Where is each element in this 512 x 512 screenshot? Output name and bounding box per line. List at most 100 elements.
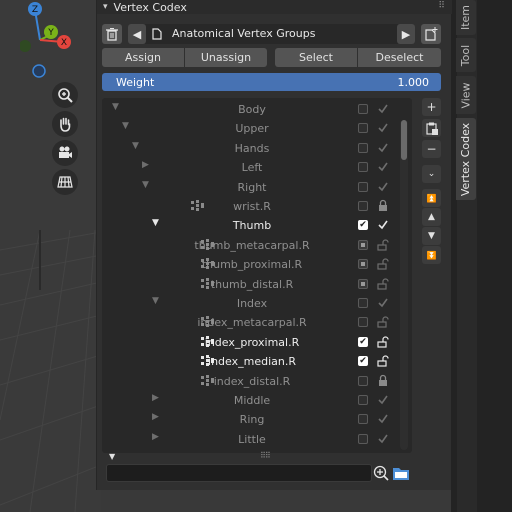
check-mark-icon[interactable] xyxy=(376,102,390,116)
move-up-icon[interactable]: ▲ xyxy=(422,208,441,226)
tree-folder-row[interactable]: ▼ Body xyxy=(102,100,412,119)
row-checkbox[interactable] xyxy=(358,201,368,211)
tab-item[interactable]: Item xyxy=(456,0,476,35)
add-filter-icon[interactable] xyxy=(372,464,390,482)
tree-row-label: Ring xyxy=(239,413,265,427)
tree-folder-row[interactable]: ▼ Right xyxy=(102,178,412,197)
row-checkbox[interactable] xyxy=(358,433,368,444)
tree-folder-row[interactable]: ▼ Hands xyxy=(102,139,412,158)
prev-arrow-icon[interactable]: ◀ xyxy=(128,24,146,44)
select-button[interactable]: Select xyxy=(275,48,357,67)
check-mark-icon[interactable] xyxy=(376,218,390,232)
unlock-icon[interactable] xyxy=(376,277,390,291)
row-checkbox[interactable] xyxy=(358,162,368,173)
tree-folder-row[interactable]: ▶ Left xyxy=(102,158,412,177)
row-checkbox[interactable] xyxy=(358,104,368,114)
remove-icon[interactable]: − xyxy=(422,140,441,158)
drag-grip-icon[interactable]: ⠿ xyxy=(438,1,445,11)
next-arrow-icon[interactable]: ▶ xyxy=(397,24,415,44)
row-checkbox[interactable] xyxy=(358,142,368,153)
filter-input[interactable] xyxy=(106,464,372,482)
row-checkbox[interactable] xyxy=(358,278,368,289)
y-axis-label: Y xyxy=(47,28,54,38)
move-top-icon[interactable]: ⏫ xyxy=(422,189,441,207)
row-checkbox[interactable] xyxy=(358,239,368,250)
trash-icon[interactable] xyxy=(102,24,122,44)
group-set-selector[interactable]: ◀ Anatomical Vertex Groups ▶ xyxy=(128,24,415,44)
tree-folder-row[interactable]: ▼ Index xyxy=(102,294,412,313)
navigation-gizmo[interactable]: Z Y X xyxy=(20,0,80,82)
row-checkbox[interactable] xyxy=(358,259,368,270)
row-checkbox[interactable]: ✔ xyxy=(358,356,368,367)
check-mark-icon[interactable] xyxy=(376,141,390,155)
tab-vertex-codex[interactable]: Vertex Codex xyxy=(456,118,476,200)
weight-value: 1.000 xyxy=(397,75,430,89)
tree-row-label: thumb_metacarpal.R xyxy=(194,238,310,252)
tree-group-row[interactable]: thumb_distal.R xyxy=(102,275,412,294)
tab-tool[interactable]: Tool xyxy=(456,38,476,72)
tree-group-row[interactable]: wrist.R xyxy=(102,197,412,216)
row-checkbox[interactable] xyxy=(358,298,368,308)
row-checkbox[interactable]: ✔ xyxy=(358,336,368,347)
tree-group-row[interactable]: index_distal.R xyxy=(102,372,412,391)
expand-arrow-icon[interactable]: ▼ xyxy=(109,452,115,461)
tree-folder-row[interactable]: ▶ Ring xyxy=(102,410,412,429)
check-mark-icon[interactable] xyxy=(376,393,390,407)
move-bottom-icon[interactable]: ⏬ xyxy=(422,246,441,264)
lock-icon[interactable] xyxy=(376,374,390,388)
row-checkbox[interactable] xyxy=(358,375,368,386)
row-checkbox[interactable] xyxy=(358,123,368,134)
check-mark-icon[interactable] xyxy=(376,121,390,135)
tree-folder-row[interactable]: ▶ Middle xyxy=(102,391,412,410)
vertex-group-tree[interactable]: ▼ Body ▼ Upper ▼ Hands ▶ Left ▼ Right wrist.R ▼ Thum… xyxy=(102,98,412,453)
paste-icon[interactable] xyxy=(422,119,441,137)
tree-group-row[interactable]: thumb_proximal.R xyxy=(102,255,412,274)
unlock-icon[interactable] xyxy=(376,335,390,349)
row-checkbox[interactable] xyxy=(358,317,368,328)
folder-icon[interactable] xyxy=(392,464,410,482)
tree-group-row[interactable]: index_proximal.R ✔ xyxy=(102,333,412,352)
row-checkbox[interactable]: ✔ xyxy=(358,220,368,231)
tree-folder-row[interactable]: ▼ Thumb ✔ xyxy=(102,216,412,235)
resize-grip-icon[interactable]: ⠿⠿ xyxy=(260,451,271,460)
assign-button[interactable]: Assign xyxy=(102,48,184,67)
tree-folder-row[interactable]: ▼ Upper xyxy=(102,119,412,138)
deselect-button[interactable]: Deselect xyxy=(358,48,441,67)
tree-group-row[interactable]: index_metacarpal.R xyxy=(102,313,412,332)
check-mark-icon[interactable] xyxy=(376,296,390,310)
panel-header[interactable]: ▾ Vertex Codex ⠿ xyxy=(97,0,452,14)
grid-view-icon[interactable] xyxy=(52,169,78,195)
lock-icon[interactable] xyxy=(376,199,390,213)
tab-view[interactable]: View xyxy=(456,76,476,114)
list-scrollbar[interactable] xyxy=(400,120,408,450)
check-mark-icon[interactable] xyxy=(376,160,390,174)
unlock-icon[interactable] xyxy=(376,354,390,368)
tree-row-label: wrist.R xyxy=(233,200,271,213)
zoom-icon[interactable] xyxy=(52,82,78,108)
check-mark-icon[interactable] xyxy=(376,432,390,446)
check-mark-icon[interactable] xyxy=(376,180,390,194)
add-icon[interactable]: + xyxy=(422,98,441,116)
unlock-icon[interactable] xyxy=(376,257,390,271)
row-checkbox[interactable] xyxy=(358,395,368,405)
z-axis-label: Z xyxy=(32,5,38,15)
move-down-icon[interactable]: ▼ xyxy=(422,227,441,245)
check-mark-icon[interactable] xyxy=(376,412,390,426)
3d-viewport[interactable]: Z Y X xyxy=(0,0,101,512)
weight-slider[interactable]: Weight 1.000 xyxy=(102,73,441,91)
row-checkbox[interactable] xyxy=(358,414,368,425)
row-checkbox[interactable] xyxy=(358,181,368,192)
new-document-icon[interactable] xyxy=(421,24,441,44)
collapse-chevron-icon[interactable]: ▾ xyxy=(103,2,108,12)
hand-pan-icon[interactable] xyxy=(52,111,78,137)
unlock-icon[interactable] xyxy=(376,315,390,329)
unassign-button[interactable]: Unassign xyxy=(185,48,267,67)
camera-icon[interactable] xyxy=(52,140,78,166)
tree-group-row[interactable]: index_median.R ✔ xyxy=(102,352,412,371)
tree-row-label: Body xyxy=(238,103,266,116)
tree-group-row[interactable]: thumb_metacarpal.R xyxy=(102,236,412,255)
tree-row-label: thumb_distal.R xyxy=(210,277,294,291)
unlock-icon[interactable] xyxy=(376,238,390,252)
specials-menu-icon[interactable]: ⌄ xyxy=(422,165,441,183)
tree-folder-row[interactable]: ▶ Little xyxy=(102,430,412,449)
